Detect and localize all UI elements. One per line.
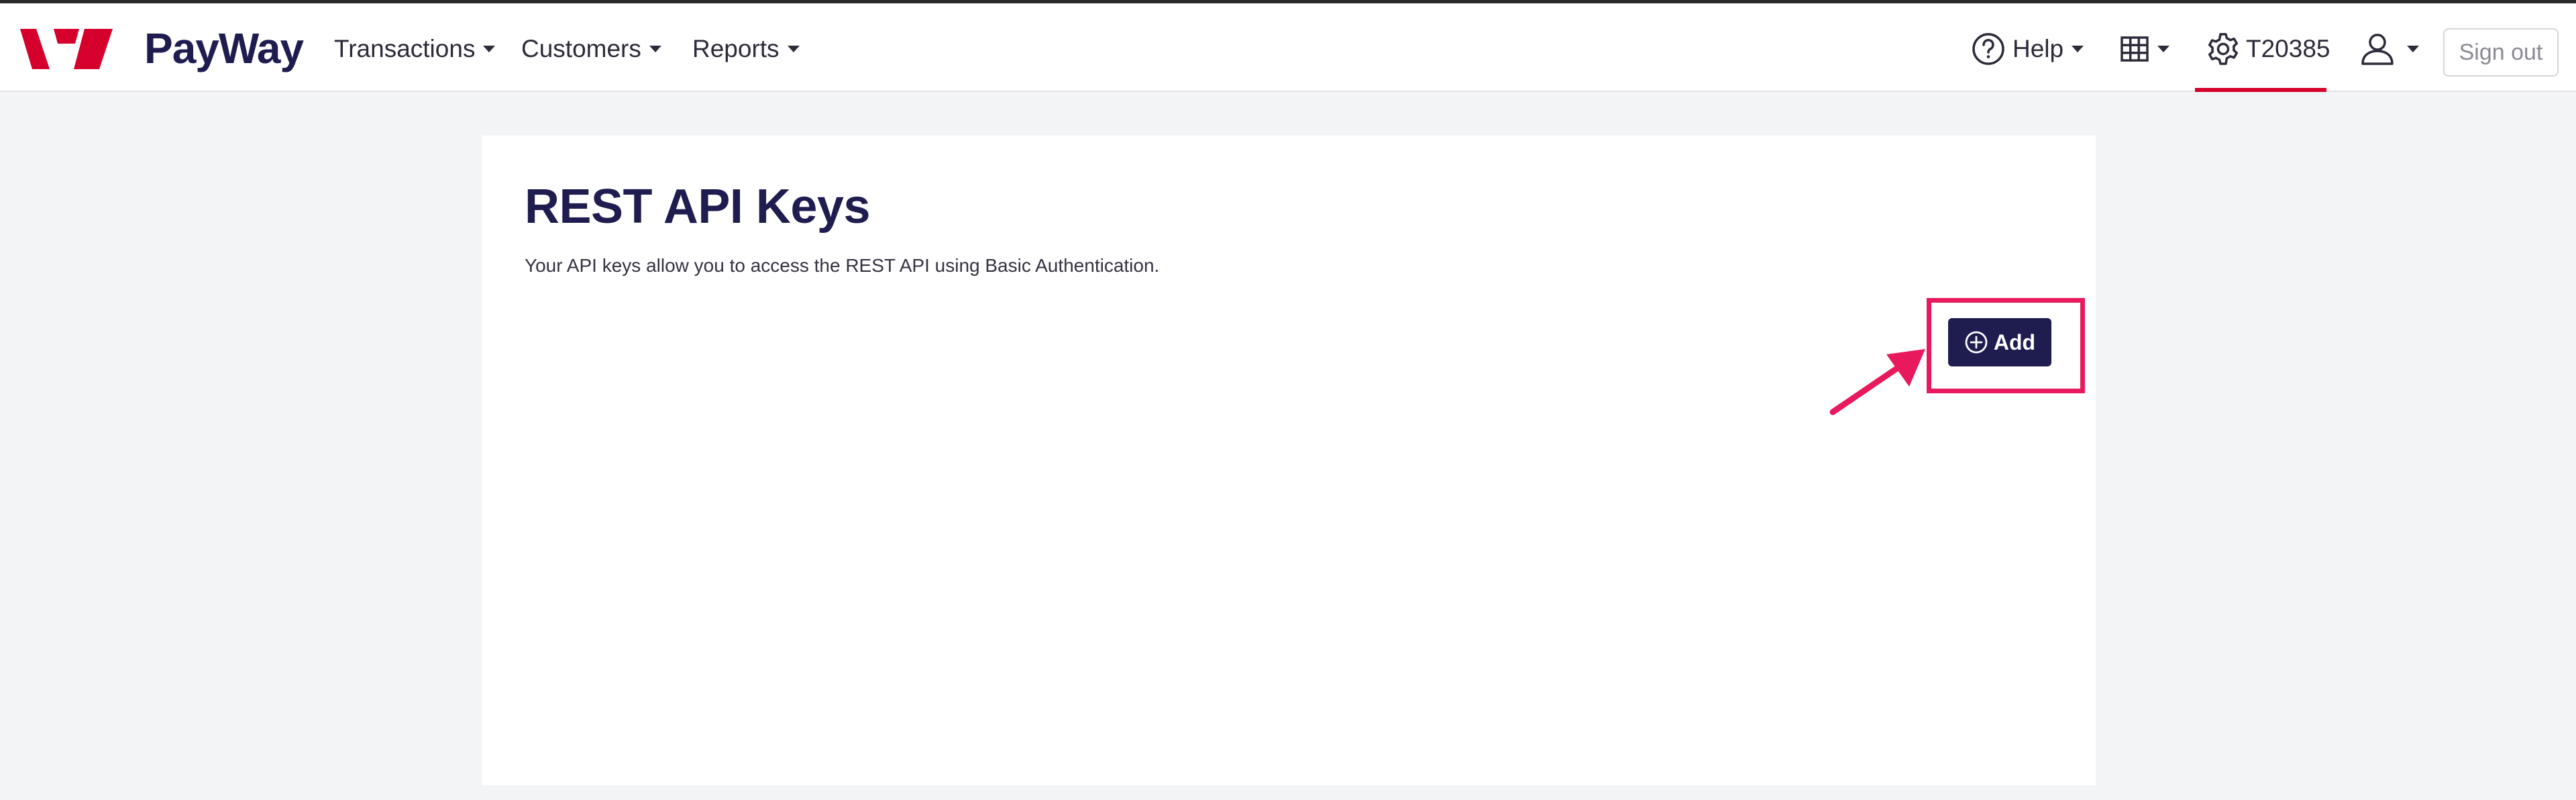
chevron-down-icon [483, 46, 496, 52]
help-menu[interactable]: Help [1971, 28, 2084, 70]
question-circle-icon [1972, 33, 2004, 65]
apps-grid-icon [2121, 36, 2149, 62]
westpac-logo-icon[interactable] [20, 29, 113, 69]
sign-out-button[interactable]: Sign out [2443, 28, 2559, 77]
nav-transactions-label: Transactions [334, 35, 476, 62]
chevron-down-icon [2072, 46, 2084, 52]
top-navbar: PayWay Transactions Customers Reports He… [0, 3, 2576, 92]
annotation-arrow-icon [1829, 349, 1925, 415]
nav-customers-label: Customers [521, 35, 641, 62]
user-menu[interactable] [2359, 28, 2419, 70]
plus-circle-icon [1965, 331, 1988, 354]
brand-name[interactable]: PayWay [144, 23, 304, 73]
apps-menu[interactable] [2120, 28, 2169, 70]
add-api-key-button[interactable]: Add [1948, 318, 2051, 366]
user-icon [2361, 34, 2394, 65]
content-card: REST API Keys Your API keys allow you to… [482, 136, 2096, 785]
chevron-down-icon [649, 46, 661, 52]
chevron-down-icon [2407, 46, 2419, 52]
chevron-down-icon [2157, 46, 2169, 52]
active-tab-indicator [2195, 88, 2326, 92]
nav-transactions[interactable]: Transactions [334, 30, 496, 68]
nav-customers[interactable]: Customers [521, 30, 661, 68]
chevron-down-icon [787, 46, 800, 52]
gear-icon [2208, 33, 2239, 65]
page-title: REST API Keys [525, 180, 871, 234]
page-description: Your API keys allow you to access the RE… [525, 255, 1160, 276]
nav-reports-label: Reports [692, 35, 780, 62]
settings-menu[interactable]: T20385 [2206, 28, 2330, 70]
add-button-label: Add [1993, 330, 2036, 354]
help-label: Help [2012, 35, 2064, 62]
merchant-id-label: T20385 [2246, 35, 2330, 62]
nav-reports[interactable]: Reports [692, 30, 800, 68]
